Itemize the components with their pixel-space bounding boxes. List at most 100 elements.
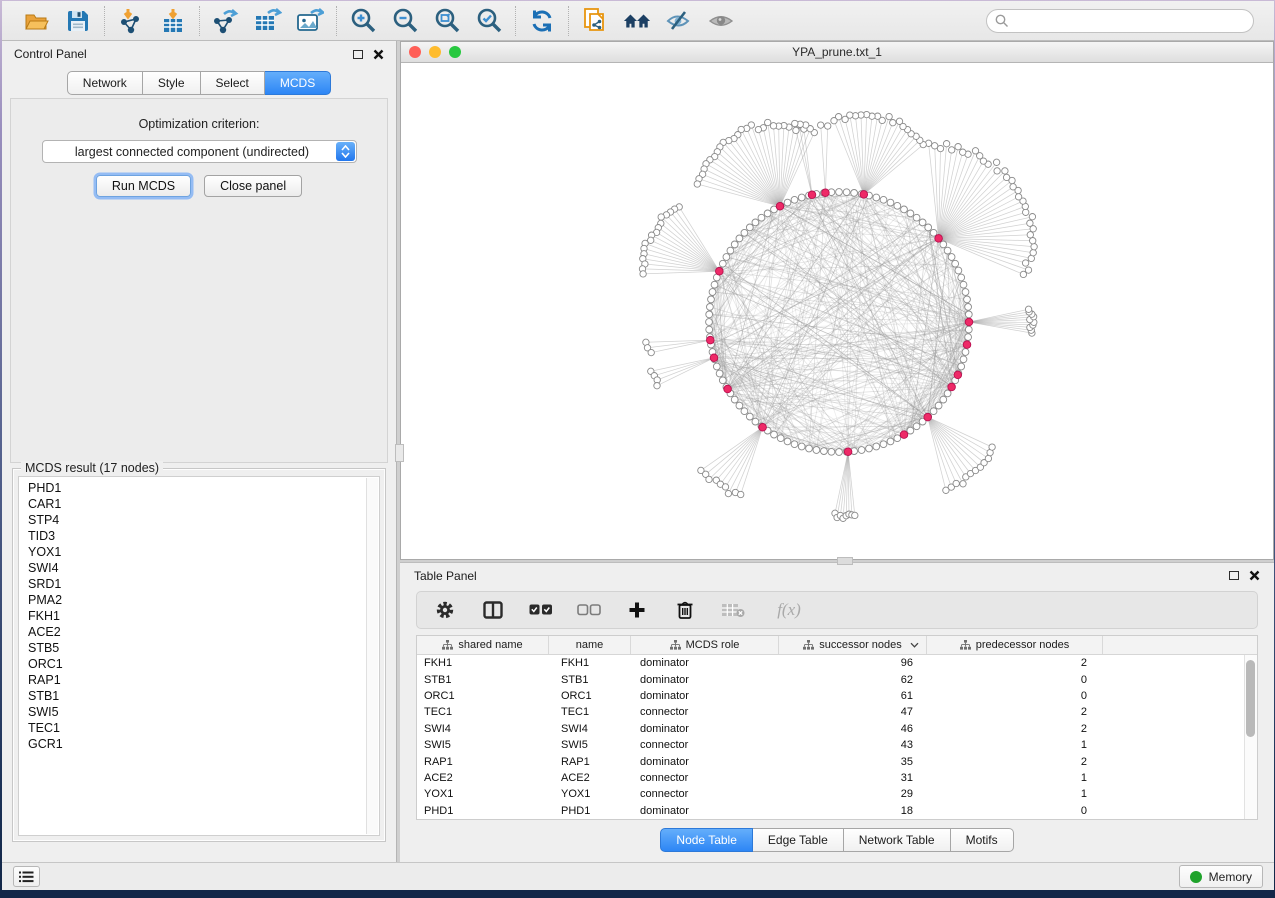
zoom-in-button[interactable] [349, 7, 377, 35]
mcds-result-item[interactable]: STB5 [28, 640, 379, 656]
table-row-ORC1[interactable]: ORC1ORC1dominator610 [417, 688, 1244, 704]
table-settings-button[interactable] [433, 598, 457, 622]
run-mcds-button[interactable]: Run MCDS [96, 175, 191, 197]
mcds-result-item[interactable]: ACE2 [28, 624, 379, 640]
export-network-button[interactable] [212, 7, 240, 35]
tab-node-table[interactable]: Node Table [660, 828, 753, 852]
table-row-STB1[interactable]: STB1STB1dominator620 [417, 671, 1244, 687]
table-row-YOX1[interactable]: YOX1YOX1connector291 [417, 786, 1244, 802]
mcds-result-list[interactable]: PHD1CAR1STP4TID3YOX1SWI4SRD1PMA2FKH1ACE2… [18, 476, 380, 836]
mcds-result-item[interactable]: TID3 [28, 528, 379, 544]
tab-motifs[interactable]: Motifs [951, 828, 1014, 852]
zoom-selected-button[interactable] [475, 7, 503, 35]
column-header-predecessor-nodes[interactable]: predecessor nodes [927, 636, 1103, 654]
mcds-result-item[interactable]: SWI5 [28, 704, 379, 720]
mcds-result-item[interactable]: PMA2 [28, 592, 379, 608]
tab-style[interactable]: Style [143, 71, 201, 95]
table-scrollbar[interactable] [1244, 655, 1257, 819]
close-panel-icon[interactable] [373, 49, 384, 60]
table-row-TEC1[interactable]: TEC1TEC1connector472 [417, 704, 1244, 720]
optimization-criterion-select[interactable]: largest connected component (undirected) [42, 140, 357, 163]
delete-column-button[interactable] [673, 598, 697, 622]
show-column-panel-button[interactable] [481, 598, 505, 622]
vertical-splitter-handle[interactable] [395, 444, 404, 462]
column-header-MCDS-role[interactable]: MCDS role [631, 636, 779, 654]
column-header-successor-nodes[interactable]: successor nodes [779, 636, 927, 654]
cell: TEC1 [549, 706, 631, 718]
mcds-result-item[interactable]: PHD1 [28, 480, 379, 496]
cell: dominator [631, 674, 779, 686]
mcds-result-item[interactable]: SRD1 [28, 576, 379, 592]
memory-button[interactable]: Memory [1179, 865, 1263, 888]
cell: 2 [927, 723, 1103, 735]
close-panel-icon[interactable] [1249, 570, 1260, 581]
float-panel-icon[interactable] [353, 50, 363, 59]
import-network-button[interactable] [117, 7, 145, 35]
first-neighbors-houses-icon [623, 9, 651, 33]
show-panels-button[interactable] [13, 866, 40, 887]
zoom-out-button[interactable] [391, 7, 419, 35]
list-scrollbar[interactable] [366, 478, 378, 834]
cell: connector [631, 706, 779, 718]
list-icon [19, 871, 34, 883]
cell: ACE2 [549, 772, 631, 784]
table-row-ACE2[interactable]: ACE2ACE2connector311 [417, 770, 1244, 786]
tab-edge-table[interactable]: Edge Table [753, 828, 844, 852]
mcds-panel: Optimization criterion: largest connecte… [10, 98, 388, 463]
close-panel-button[interactable]: Close panel [204, 175, 302, 197]
mcds-result-item[interactable]: CAR1 [28, 496, 379, 512]
zoom-fit-button[interactable] [433, 7, 461, 35]
export-table-button[interactable] [254, 7, 282, 35]
mcds-result-item[interactable]: ORC1 [28, 656, 379, 672]
function-builder-button[interactable]: f(x) [769, 598, 809, 622]
search-input[interactable] [986, 9, 1254, 33]
network-graph[interactable] [401, 63, 1273, 559]
tab-network-table[interactable]: Network Table [844, 828, 951, 852]
table-row-PHD1[interactable]: PHD1PHD1dominator180 [417, 803, 1244, 819]
refresh-view-button[interactable] [528, 7, 556, 35]
mcds-result-item[interactable]: YOX1 [28, 544, 379, 560]
mcds-result-item[interactable]: SWI4 [28, 560, 379, 576]
cell: connector [631, 739, 779, 751]
tab-select[interactable]: Select [201, 71, 265, 95]
network-canvas[interactable] [401, 63, 1273, 559]
open-file-button[interactable] [22, 7, 50, 35]
deselect-all-button[interactable] [577, 598, 601, 622]
float-panel-icon[interactable] [1229, 571, 1239, 580]
tab-mcds[interactable]: MCDS [265, 71, 331, 95]
first-neighbors-button[interactable] [623, 7, 651, 35]
mcds-result-item[interactable]: STB1 [28, 688, 379, 704]
save-session-button[interactable] [64, 7, 92, 35]
column-header-shared-name[interactable]: shared name [417, 636, 549, 654]
column-header-name[interactable]: name [549, 636, 631, 654]
mcds-result-item[interactable]: GCR1 [28, 736, 379, 752]
mcds-result-item[interactable]: FKH1 [28, 608, 379, 624]
cell: 0 [927, 805, 1103, 817]
table-toolbar: f(x) [416, 591, 1258, 629]
node-table-header: shared namenameMCDS rolesuccessor nodesp… [417, 636, 1257, 655]
table-row-SWI4[interactable]: SWI4SWI4dominator462 [417, 721, 1244, 737]
mcds-result-item[interactable]: TEC1 [28, 720, 379, 736]
cell: dominator [631, 756, 779, 768]
export-image-button[interactable] [296, 7, 324, 35]
cell: 2 [927, 756, 1103, 768]
table-row-FKH1[interactable]: FKH1FKH1dominator962 [417, 655, 1244, 671]
gear-icon [435, 600, 455, 620]
show-all-button[interactable] [707, 7, 735, 35]
table-row-SWI5[interactable]: SWI5SWI5connector431 [417, 737, 1244, 753]
select-all-button[interactable] [529, 598, 553, 622]
memory-status-icon [1190, 871, 1202, 883]
horizontal-splitter-handle[interactable] [837, 557, 853, 565]
mcds-result-item[interactable]: STP4 [28, 512, 379, 528]
table-row-RAP1[interactable]: RAP1RAP1dominator352 [417, 753, 1244, 769]
table-scrollbar-thumb[interactable] [1246, 660, 1255, 737]
hide-selected-button[interactable] [665, 7, 693, 35]
create-column-button[interactable] [625, 598, 649, 622]
delete-table-button[interactable] [721, 598, 745, 622]
mcds-result-item[interactable]: RAP1 [28, 672, 379, 688]
new-network-from-selection-button[interactable] [581, 7, 609, 35]
tab-network[interactable]: Network [67, 71, 143, 95]
export-table-icon [254, 8, 282, 34]
network-title: YPA_prune.txt_1 [401, 45, 1273, 59]
import-table-button[interactable] [159, 7, 187, 35]
